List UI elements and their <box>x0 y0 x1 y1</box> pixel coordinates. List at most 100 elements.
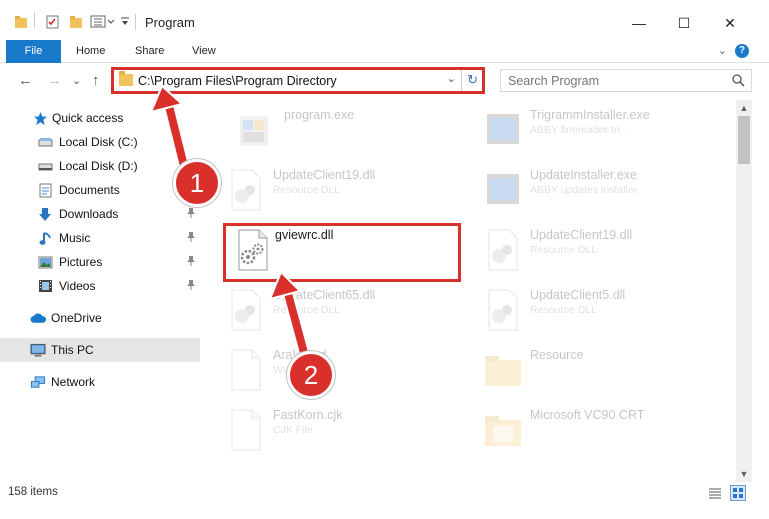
maximize-button[interactable]: ☐ <box>661 8 707 38</box>
sidebar-item-label: Videos <box>59 279 96 293</box>
title-bar: Program — ☐ ✕ <box>0 0 769 40</box>
dll-icon <box>488 289 518 331</box>
list-item[interactable]: UpdateClient5.dll Resource DLL <box>475 284 705 334</box>
title-divider <box>135 14 136 30</box>
list-item[interactable]: FastKorn.cjk CJK File <box>218 404 448 454</box>
address-dropdown-icon[interactable]: ⌄ <box>447 72 456 85</box>
sidebar-item-network[interactable]: Network <box>0 370 200 394</box>
file-description: ABBY finereader tri... <box>530 124 629 136</box>
close-button[interactable]: ✕ <box>707 8 753 38</box>
sidebar-item-label: Network <box>51 375 96 389</box>
drive-icon <box>37 134 53 150</box>
status-bar: 158 items <box>0 482 769 504</box>
sidebar-item-downloads[interactable]: Downloads <box>0 202 200 226</box>
file-description: ABBY updates installer <box>530 184 638 196</box>
sidebar-item-local-disk-d[interactable]: Local Disk (D:) <box>0 154 200 178</box>
refresh-button[interactable]: ↻ <box>467 72 478 88</box>
sidebar-item-label: Quick access <box>52 111 124 125</box>
step-badge-1: 1 <box>173 159 221 207</box>
folder-icon <box>14 12 28 32</box>
recent-locations-button[interactable]: ⌄ <box>72 72 81 90</box>
file-name: UpdateInstaller.exe <box>530 168 638 182</box>
address-bar[interactable]: C:\Program Files\Program Directory ⌄ ↻ <box>111 67 485 94</box>
document-icon <box>37 182 53 198</box>
sidebar-item-pictures[interactable]: Pictures <box>0 250 200 274</box>
list-item[interactable]: UpdateInstaller.exe ABBY updates install… <box>475 164 705 214</box>
details-view-icon[interactable] <box>708 486 722 500</box>
scroll-thumb[interactable] <box>738 116 750 164</box>
blank-file-icon <box>231 409 261 451</box>
sidebar-item-onedrive[interactable]: OneDrive <box>0 306 200 330</box>
sidebar-item-label: Music <box>59 231 91 245</box>
dll-icon <box>231 169 261 211</box>
cloud-icon <box>30 310 46 326</box>
folder-icon <box>485 356 521 386</box>
list-item[interactable]: UpdateClient19.dll Resource DLL <box>218 164 448 214</box>
tiles-view-icon[interactable] <box>730 485 746 501</box>
window-title: Program <box>145 15 195 30</box>
highlight-box <box>223 223 461 282</box>
file-name: UpdateClient19.dll <box>530 228 633 242</box>
videos-icon <box>37 278 53 294</box>
sidebar-item-documents[interactable]: Documents <box>0 178 200 202</box>
file-name: Resource <box>530 348 584 362</box>
file-description: Resource DLL <box>530 304 598 316</box>
search-box[interactable] <box>500 69 752 92</box>
sidebar-item-label: Local Disk (C:) <box>59 135 138 149</box>
list-item[interactable]: TrigrammInstaller.exe ABBY finereader tr… <box>475 104 705 154</box>
tab-file[interactable]: File <box>6 40 61 63</box>
star-icon <box>32 110 48 126</box>
list-item[interactable]: program.exe <box>226 104 456 154</box>
quick-access-dropdown-icon[interactable] <box>120 12 130 32</box>
list-item[interactable]: UpdateClient65.dll Resource DLL <box>218 284 448 334</box>
sidebar-item-label: Documents <box>59 183 120 197</box>
address-path[interactable]: C:\Program Files\Program Directory <box>138 74 337 88</box>
scroll-up-icon[interactable]: ▲ <box>736 100 752 116</box>
new-folder-icon[interactable] <box>68 12 84 32</box>
scroll-down-icon[interactable]: ▼ <box>736 466 752 482</box>
sidebar-item-quick-access[interactable]: Quick access <box>0 106 200 130</box>
network-icon <box>30 374 46 390</box>
file-name: FastKorn.cjk <box>273 408 343 422</box>
step-badge-2: 2 <box>287 351 335 399</box>
up-button[interactable]: ↑ <box>92 72 100 90</box>
search-icon <box>732 74 745 87</box>
sidebar-item-label: OneDrive <box>51 311 102 325</box>
vertical-scrollbar[interactable]: ▲ ▼ <box>736 100 752 482</box>
tab-share[interactable]: Share <box>125 40 174 63</box>
ribbon-tabs: File Home Share View ⌄ ? <box>0 40 769 63</box>
program-icon <box>240 116 268 146</box>
list-item[interactable]: Resource <box>475 344 705 394</box>
pin-icon[interactable] <box>186 231 196 246</box>
pin-icon[interactable] <box>186 255 196 270</box>
sidebar-item-label: Pictures <box>59 255 103 269</box>
pictures-icon <box>37 254 53 270</box>
folder-icon <box>119 71 133 86</box>
sidebar-item-this-pc[interactable]: This PC <box>0 338 200 362</box>
properties-icon[interactable] <box>45 12 61 32</box>
forward-button[interactable]: → <box>47 72 62 90</box>
search-input[interactable] <box>501 70 701 91</box>
ribbon-expand-icon[interactable]: ⌄ <box>718 44 727 57</box>
sidebar-item-videos[interactable]: Videos <box>0 274 200 298</box>
dll-icon <box>231 289 261 331</box>
customize-toolbar-icon[interactable] <box>90 12 116 32</box>
list-item[interactable]: Microsoft VC90 CRT <box>475 404 705 454</box>
file-description: CJK File <box>273 424 313 436</box>
sidebar-item-local-disk-c[interactable]: Local Disk (C:) <box>0 130 200 154</box>
navigation-bar: ← → ⌄ ↑ C:\Program Files\Program Directo… <box>0 64 769 98</box>
sidebar-item-music[interactable]: Music <box>0 226 200 250</box>
tab-view[interactable]: View <box>182 40 226 63</box>
installer-icon <box>487 114 519 144</box>
installer-icon <box>487 174 519 204</box>
help-button[interactable]: ? <box>735 44 749 58</box>
file-name: TrigrammInstaller.exe <box>530 108 650 122</box>
file-name: UpdateClient5.dll <box>530 288 626 302</box>
back-button[interactable]: ← <box>18 72 33 90</box>
pin-icon[interactable] <box>186 207 196 222</box>
navigation-pane: Quick access Local Disk (C:) Local Disk … <box>0 100 205 480</box>
minimize-button[interactable]: — <box>616 8 662 38</box>
tab-home[interactable]: Home <box>66 40 115 63</box>
pin-icon[interactable] <box>186 279 196 294</box>
list-item[interactable]: UpdateClient19.dll Resource DLL <box>475 224 705 274</box>
